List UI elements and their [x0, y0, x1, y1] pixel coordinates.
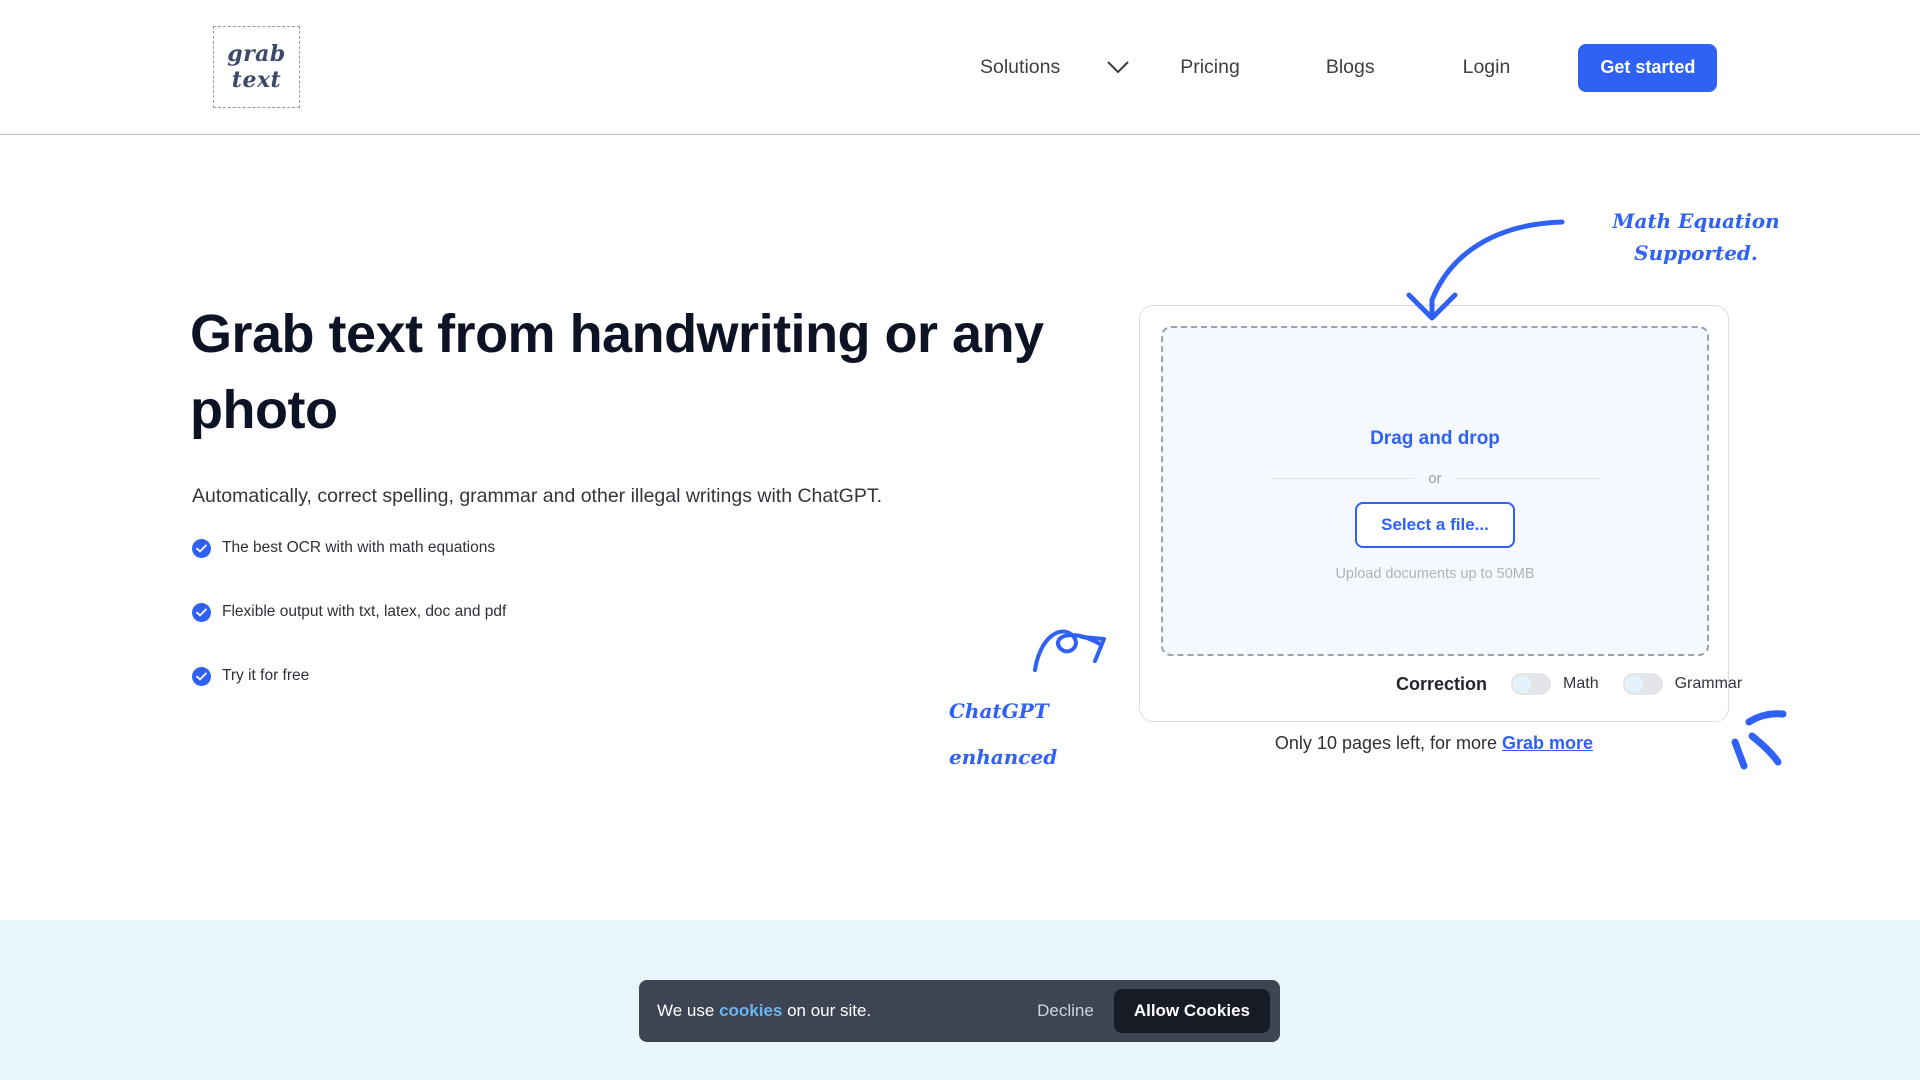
cookie-actions: Decline Allow Cookies	[1037, 989, 1280, 1033]
select-file-button[interactable]: Select a file...	[1355, 502, 1515, 548]
pages-left-status: Only 10 pages left, for more Grab more	[1139, 733, 1729, 754]
list-item-label: The best OCR with with math equations	[222, 539, 496, 556]
nav-item-pricing[interactable]: Pricing	[1180, 56, 1240, 79]
feature-list: The best OCR with with math equations Fl…	[192, 532, 506, 692]
chevron-down-icon[interactable]	[1102, 61, 1134, 74]
list-item: Try it for free	[192, 660, 506, 692]
toggle-knob	[1624, 675, 1643, 693]
drag-and-drop-label: Drag and drop	[1370, 428, 1500, 449]
cookies-link[interactable]: cookies	[719, 1001, 782, 1020]
logo-text-line1: grab	[227, 41, 286, 67]
cookie-message: We use cookies on our site.	[657, 1001, 871, 1021]
page-title: Grab text from handwriting or any photo	[190, 304, 1044, 440]
list-item-label: Try it for free	[222, 667, 310, 684]
grammar-toggle-label: Grammar	[1674, 675, 1743, 692]
curved-arrow-down-icon	[1406, 219, 1565, 321]
logo[interactable]: grab text	[213, 26, 300, 108]
or-divider: or	[1270, 470, 1600, 487]
list-item-label: Flexible output with txt, latex, doc and…	[222, 603, 507, 620]
landing-page: grab text Solutions Pricing Blogs Login …	[0, 0, 1920, 1080]
divider-line-left	[1270, 478, 1415, 479]
or-label: or	[1428, 470, 1442, 487]
math-toggle[interactable]	[1511, 673, 1552, 695]
grab-more-link[interactable]: Grab more	[1502, 733, 1593, 753]
correction-label: Correction	[1396, 673, 1488, 694]
main-nav: Solutions Pricing Blogs Login Get starte…	[980, 0, 1718, 135]
hero-subtitle: Automatically, correct spelling, grammar…	[192, 485, 882, 507]
grammar-toggle[interactable]	[1622, 673, 1663, 695]
pages-left-text: Only 10 pages left, for more	[1274, 733, 1503, 753]
annotation-math-equation: Math Equation Supported.	[1596, 205, 1796, 269]
check-circle-icon	[192, 602, 211, 622]
looping-arrow-icon	[1033, 629, 1106, 672]
cookie-banner: We use cookies on our site. Decline Allo…	[639, 980, 1280, 1042]
allow-cookies-button[interactable]: Allow Cookies	[1113, 989, 1270, 1033]
nav-item-blogs[interactable]: Blogs	[1326, 56, 1375, 79]
sparkle-strokes-icon	[1731, 710, 1787, 770]
file-dropzone[interactable]: Drag and drop or Select a file... Upload…	[1161, 326, 1709, 656]
annotation-math-line1: Math Equation	[1612, 209, 1780, 233]
correction-controls: Correction Math Grammar	[1164, 673, 1742, 695]
annotation-chat-line1: ChatGPT	[949, 699, 1049, 723]
cookie-text-suffix: on our site.	[782, 1001, 872, 1020]
decline-button[interactable]: Decline	[1037, 1001, 1094, 1021]
list-item: Flexible output with txt, latex, doc and…	[192, 596, 506, 628]
toggle-knob	[1513, 675, 1532, 693]
check-circle-icon	[192, 538, 211, 558]
divider-line-right	[1455, 478, 1600, 479]
annotation-chat-line2: enhanced	[949, 745, 1058, 769]
check-circle-icon	[192, 666, 211, 686]
nav-item-solutions[interactable]: Solutions	[980, 56, 1060, 79]
logo-text-line2: text	[231, 67, 282, 93]
upload-card: Drag and drop or Select a file... Upload…	[1139, 305, 1742, 722]
get-started-button[interactable]: Get started	[1578, 43, 1718, 92]
list-item: The best OCR with with math equations	[192, 532, 506, 564]
math-toggle-label: Math	[1563, 675, 1599, 692]
site-header: grab text Solutions Pricing Blogs Login …	[0, 0, 1920, 135]
nav-item-login[interactable]: Login	[1463, 56, 1511, 79]
annotation-math-line2: Supported.	[1634, 241, 1758, 265]
upload-size-note: Upload documents up to 50MB	[1335, 566, 1535, 582]
cookie-text-prefix: We use	[657, 1001, 720, 1020]
annotation-chatgpt: ChatGPT enhanced	[949, 688, 1057, 780]
